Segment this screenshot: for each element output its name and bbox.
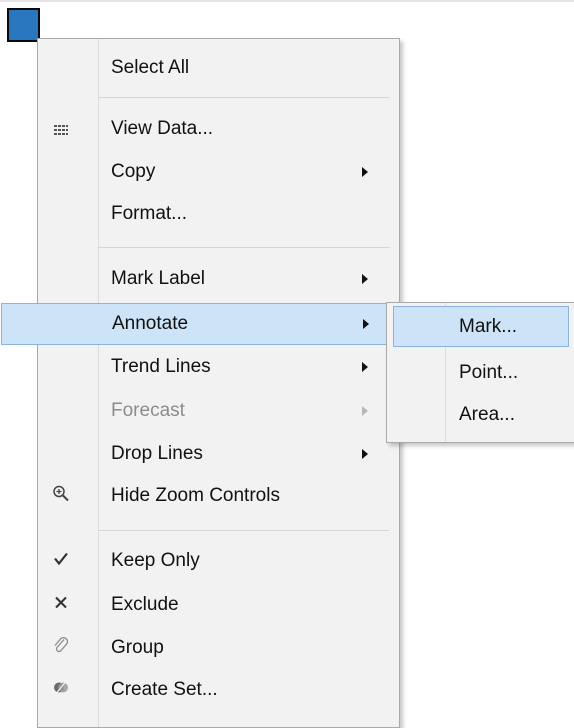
context-menu: Select All View Data... Copy Format... M… xyxy=(1,38,400,728)
menu-separator xyxy=(99,530,389,531)
menu-item-create-set[interactable]: Create Set... xyxy=(38,669,399,711)
menu-item-label: View Data... xyxy=(111,118,214,139)
menu-item-view-data[interactable]: View Data... xyxy=(38,108,399,150)
menu-item-label: Select All xyxy=(111,57,190,78)
menu-item-select-all[interactable]: Select All xyxy=(38,47,399,89)
submenu-arrow-icon xyxy=(362,274,368,284)
submenu-arrow-icon xyxy=(362,406,368,416)
menu-item-label: Hide Zoom Controls xyxy=(111,485,280,506)
menu-item-forecast: Forecast xyxy=(38,390,399,432)
menu-separator xyxy=(99,97,389,98)
submenu-item-label: Mark... xyxy=(459,315,518,337)
menu-item-label: Exclude xyxy=(111,594,179,615)
x-icon xyxy=(50,594,72,617)
menu-item-label: Drop Lines xyxy=(111,443,203,464)
zoom-icon xyxy=(50,485,72,508)
menu-item-group[interactable]: Group xyxy=(38,627,399,669)
menu-item-keep-only[interactable]: Keep Only xyxy=(38,540,399,582)
menu-item-label: Trend Lines xyxy=(111,356,211,377)
menu-item-label: Forecast xyxy=(111,400,185,421)
menu-item-copy[interactable]: Copy xyxy=(38,151,399,193)
checkmark-icon xyxy=(50,550,72,573)
submenu-item-label: Area... xyxy=(459,403,515,425)
set-icon xyxy=(50,679,72,702)
submenu-arrow-icon xyxy=(362,167,368,177)
menu-item-label: Keep Only xyxy=(111,550,200,571)
submenu-item-mark[interactable]: Mark... xyxy=(393,306,569,347)
view-top-border xyxy=(0,0,574,2)
menu-item-label: Annotate xyxy=(112,313,189,334)
menu-item-format[interactable]: Format... xyxy=(38,193,399,235)
selected-mark[interactable] xyxy=(7,8,40,42)
menu-item-label: Mark Label xyxy=(111,268,205,289)
annotate-submenu: Mark... Point... Area... xyxy=(386,302,574,443)
menu-item-mark-label[interactable]: Mark Label xyxy=(38,258,399,300)
submenu-arrow-icon xyxy=(363,319,369,329)
menu-item-label: Copy xyxy=(111,161,156,182)
submenu-arrow-icon xyxy=(362,362,368,372)
menu-item-exclude[interactable]: Exclude xyxy=(38,584,399,626)
menu-item-label: Format... xyxy=(111,203,188,224)
menu-item-trend-lines[interactable]: Trend Lines xyxy=(38,346,399,388)
submenu-item-label: Point... xyxy=(459,361,519,383)
view-data-icon xyxy=(50,118,72,140)
submenu-arrow-icon xyxy=(362,449,368,459)
submenu-item-area[interactable]: Area... xyxy=(387,394,574,435)
menu-item-hide-zoom-controls[interactable]: Hide Zoom Controls xyxy=(38,475,399,517)
menu-separator xyxy=(99,247,389,248)
menu-item-label: Create Set... xyxy=(111,679,218,700)
menu-item-label: Group xyxy=(111,637,164,658)
submenu-item-point[interactable]: Point... xyxy=(387,352,574,393)
menu-item-annotate[interactable]: Annotate xyxy=(1,303,400,345)
paperclip-icon xyxy=(50,637,72,660)
menu-item-drop-lines[interactable]: Drop Lines xyxy=(38,433,399,475)
